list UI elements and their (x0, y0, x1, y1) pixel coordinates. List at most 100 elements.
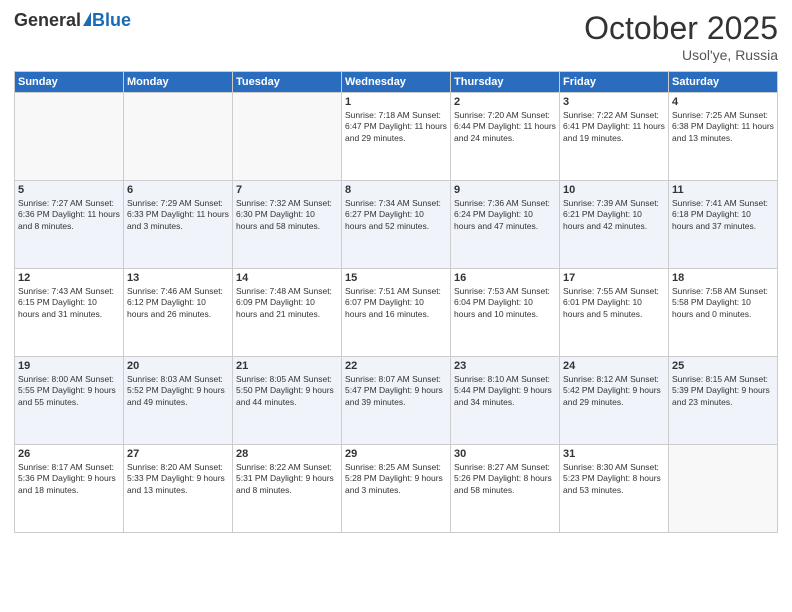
calendar-cell: 21 Sunrise: 8:05 AM Sunset: 5:50 PM Dayli… (233, 357, 342, 445)
cell-content: Sunrise: 7:27 AM Sunset: 6:36 PM Dayligh… (18, 198, 120, 232)
cell-content: Sunrise: 8:17 AM Sunset: 5:36 PM Dayligh… (18, 462, 120, 496)
calendar-cell: 12Sunrise: 7:43 AM Sunset: 6:15 PM Dayli… (15, 269, 124, 357)
day-number: 23 (454, 360, 556, 372)
col-thursday: Thursday (451, 72, 560, 93)
calendar-cell: 5 Sunrise: 7:27 AM Sunset: 6:36 PM Daylig… (15, 181, 124, 269)
calendar-cell: 27 Sunrise: 8:20 AM Sunset: 5:33 PM Dayli… (124, 445, 233, 533)
calendar-cell: 7 Sunrise: 7:32 AM Sunset: 6:30 PM Daylig… (233, 181, 342, 269)
col-wednesday: Wednesday (342, 72, 451, 93)
cell-content: Sunrise: 8:12 AM Sunset: 5:42 PM Dayligh… (563, 374, 665, 408)
day-number: 25 (672, 360, 774, 372)
calendar-cell: 19 Sunrise: 8:00 AM Sunset: 5:55 PM Dayli… (15, 357, 124, 445)
calendar-cell: 15Sunrise: 7:51 AM Sunset: 6:07 PM Dayli… (342, 269, 451, 357)
calendar-cell: 23 Sunrise: 8:10 AM Sunset: 5:44 PM Dayli… (451, 357, 560, 445)
day-number: 13 (127, 272, 229, 284)
calendar-cell: 28 Sunrise: 8:22 AM Sunset: 5:31 PM Dayli… (233, 445, 342, 533)
day-number: 4 (672, 96, 774, 108)
day-number: 30 (454, 448, 556, 460)
cell-content: Sunrise: 7:55 AM Sunset: 6:01 PM Dayligh… (563, 286, 665, 320)
logo-general-text: General (14, 10, 81, 31)
calendar-cell: 24 Sunrise: 8:12 AM Sunset: 5:42 PM Dayli… (560, 357, 669, 445)
day-number: 26 (18, 448, 120, 460)
cell-content: Sunrise: 8:20 AM Sunset: 5:33 PM Dayligh… (127, 462, 229, 496)
day-number: 6 (127, 184, 229, 196)
cell-content: Sunrise: 8:15 AM Sunset: 5:39 PM Dayligh… (672, 374, 774, 408)
day-number: 27 (127, 448, 229, 460)
calendar-cell (124, 93, 233, 181)
day-number: 28 (236, 448, 338, 460)
cell-content: Sunrise: 8:03 AM Sunset: 5:52 PM Dayligh… (127, 374, 229, 408)
day-number: 21 (236, 360, 338, 372)
day-number: 19 (18, 360, 120, 372)
month-title: October 2025 (584, 10, 778, 47)
calendar-cell: 26 Sunrise: 8:17 AM Sunset: 5:36 PM Dayli… (15, 445, 124, 533)
page: General Blue October 2025 Usol'ye, Russi… (0, 0, 792, 612)
cell-content: Sunrise: 7:48 AM Sunset: 6:09 PM Dayligh… (236, 286, 338, 320)
cell-content: Sunrise: 7:34 AM Sunset: 6:27 PM Dayligh… (345, 198, 447, 232)
day-number: 2 (454, 96, 556, 108)
calendar-cell: 14Sunrise: 7:48 AM Sunset: 6:09 PM Dayli… (233, 269, 342, 357)
day-number: 11 (672, 184, 774, 196)
calendar-cell: 29 Sunrise: 8:25 AM Sunset: 5:28 PM Dayli… (342, 445, 451, 533)
cell-content: Sunrise: 8:22 AM Sunset: 5:31 PM Dayligh… (236, 462, 338, 496)
calendar-cell: 4 Sunrise: 7:25 AM Sunset: 6:38 PM Daylig… (669, 93, 778, 181)
calendar-cell: 22Sunrise: 8:07 AM Sunset: 5:47 PM Dayli… (342, 357, 451, 445)
cell-content: Sunrise: 7:53 AM Sunset: 6:04 PM Dayligh… (454, 286, 556, 320)
calendar-cell: 13 Sunrise: 7:46 AM Sunset: 6:12 PM Dayli… (124, 269, 233, 357)
cell-content: Sunrise: 8:05 AM Sunset: 5:50 PM Dayligh… (236, 374, 338, 408)
calendar-cell: 11 Sunrise: 7:41 AM Sunset: 6:18 PM Dayli… (669, 181, 778, 269)
calendar-header-row: Sunday Monday Tuesday Wednesday Thursday… (15, 72, 778, 93)
calendar-cell: 20 Sunrise: 8:03 AM Sunset: 5:52 PM Dayli… (124, 357, 233, 445)
logo-icon (83, 12, 91, 26)
cell-content: Sunrise: 7:43 AM Sunset: 6:15 PM Dayligh… (18, 286, 120, 320)
day-number: 7 (236, 184, 338, 196)
logo: General Blue (14, 10, 131, 31)
cell-content: Sunrise: 8:07 AM Sunset: 5:47 PM Dayligh… (345, 374, 447, 408)
calendar-cell (669, 445, 778, 533)
calendar-cell: 8 Sunrise: 7:34 AM Sunset: 6:27 PM Daylig… (342, 181, 451, 269)
calendar-cell: 9Sunrise: 7:36 AM Sunset: 6:24 PM Daylig… (451, 181, 560, 269)
col-sunday: Sunday (15, 72, 124, 93)
day-number: 1 (345, 96, 447, 108)
cell-content: Sunrise: 8:25 AM Sunset: 5:28 PM Dayligh… (345, 462, 447, 496)
day-number: 31 (563, 448, 665, 460)
day-number: 5 (18, 184, 120, 196)
calendar-cell: 6 Sunrise: 7:29 AM Sunset: 6:33 PM Daylig… (124, 181, 233, 269)
calendar-cell: 17Sunrise: 7:55 AM Sunset: 6:01 PM Dayli… (560, 269, 669, 357)
cell-content: Sunrise: 8:30 AM Sunset: 5:23 PM Dayligh… (563, 462, 665, 496)
day-number: 16 (454, 272, 556, 284)
calendar-week-row: 26 Sunrise: 8:17 AM Sunset: 5:36 PM Dayli… (15, 445, 778, 533)
col-saturday: Saturday (669, 72, 778, 93)
cell-content: Sunrise: 8:10 AM Sunset: 5:44 PM Dayligh… (454, 374, 556, 408)
header: General Blue October 2025 Usol'ye, Russi… (14, 10, 778, 63)
cell-content: Sunrise: 7:32 AM Sunset: 6:30 PM Dayligh… (236, 198, 338, 232)
cell-content: Sunrise: 7:20 AM Sunset: 6:44 PM Dayligh… (454, 110, 556, 144)
day-number: 15 (345, 272, 447, 284)
cell-content: Sunrise: 8:00 AM Sunset: 5:55 PM Dayligh… (18, 374, 120, 408)
cell-content: Sunrise: 8:27 AM Sunset: 5:26 PM Dayligh… (454, 462, 556, 496)
cell-content: Sunrise: 7:25 AM Sunset: 6:38 PM Dayligh… (672, 110, 774, 144)
day-number: 8 (345, 184, 447, 196)
cell-content: Sunrise: 7:29 AM Sunset: 6:33 PM Dayligh… (127, 198, 229, 232)
calendar-cell: 16 Sunrise: 7:53 AM Sunset: 6:04 PM Dayli… (451, 269, 560, 357)
day-number: 18 (672, 272, 774, 284)
cell-content: Sunrise: 7:41 AM Sunset: 6:18 PM Dayligh… (672, 198, 774, 232)
calendar-week-row: 12Sunrise: 7:43 AM Sunset: 6:15 PM Dayli… (15, 269, 778, 357)
title-block: October 2025 Usol'ye, Russia (584, 10, 778, 63)
day-number: 24 (563, 360, 665, 372)
col-monday: Monday (124, 72, 233, 93)
calendar-cell (15, 93, 124, 181)
calendar-cell: 3Sunrise: 7:22 AM Sunset: 6:41 PM Daylig… (560, 93, 669, 181)
day-number: 9 (454, 184, 556, 196)
cell-content: Sunrise: 7:39 AM Sunset: 6:21 PM Dayligh… (563, 198, 665, 232)
calendar-cell: 30 Sunrise: 8:27 AM Sunset: 5:26 PM Dayli… (451, 445, 560, 533)
day-number: 20 (127, 360, 229, 372)
cell-content: Sunrise: 7:46 AM Sunset: 6:12 PM Dayligh… (127, 286, 229, 320)
calendar-week-row: 1 Sunrise: 7:18 AM Sunset: 6:47 PM Daylig… (15, 93, 778, 181)
cell-content: Sunrise: 7:18 AM Sunset: 6:47 PM Dayligh… (345, 110, 447, 144)
calendar-cell (233, 93, 342, 181)
day-number: 29 (345, 448, 447, 460)
calendar-cell: 18Sunrise: 7:58 AM Sunset: 5:58 PM Dayli… (669, 269, 778, 357)
calendar-cell: 31 Sunrise: 8:30 AM Sunset: 5:23 PM Dayli… (560, 445, 669, 533)
logo-blue-text: Blue (92, 10, 131, 31)
